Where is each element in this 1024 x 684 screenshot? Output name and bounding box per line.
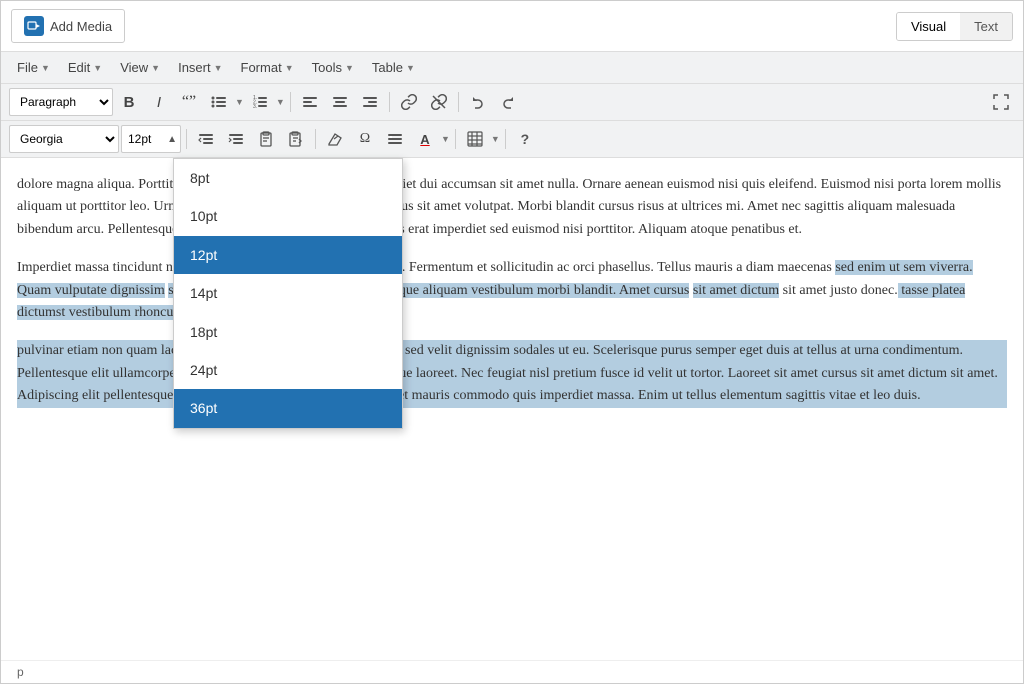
dropdown-item-24pt[interactable]: 24pt [174, 351, 402, 389]
dropdown-item-10pt[interactable]: 10pt [174, 197, 402, 235]
dropdown-item-12pt[interactable]: 12pt [174, 236, 402, 274]
paragraph-3: pulvinar etiam non quam lacus suspendiss… [17, 340, 1007, 407]
bold-button[interactable]: B [115, 88, 143, 116]
separator-1 [290, 92, 291, 112]
tools-chevron-icon: ▼ [345, 63, 354, 73]
italic-button[interactable]: I [145, 88, 173, 116]
unordered-list-button[interactable] [205, 88, 233, 116]
table-chevron-icon: ▼ [406, 63, 415, 73]
paragraph-2: Imperdiet massa tincidunt nunc pulvinar … [17, 257, 1007, 324]
separator-7 [505, 129, 506, 149]
dropdown-item-18pt[interactable]: 18pt [174, 313, 402, 351]
add-media-button[interactable]: Add Media [11, 9, 125, 43]
tab-text[interactable]: Text [960, 13, 1012, 40]
view-tabs: Visual Text [896, 12, 1013, 41]
svg-text:3.: 3. [253, 104, 257, 110]
link-button[interactable] [395, 88, 423, 116]
editor-content[interactable]: dolore magna aliqua. Porttitor interdum … [17, 174, 1007, 644]
unlink-button[interactable] [425, 88, 453, 116]
font-size-wrapper: ▲ [121, 125, 181, 153]
help-button[interactable]: ? [511, 125, 539, 153]
edit-chevron-icon: ▼ [93, 63, 102, 73]
menu-file[interactable]: File ▼ [9, 56, 58, 79]
redo-button[interactable] [494, 88, 522, 116]
ordered-list-button[interactable]: 1.2.3. [246, 88, 274, 116]
menu-edit[interactable]: Edit ▼ [60, 56, 110, 79]
blockquote-button[interactable]: “” [175, 88, 203, 116]
insert-chevron-icon: ▼ [214, 63, 223, 73]
format-chevron-icon: ▼ [285, 63, 294, 73]
paste-text-button[interactable] [252, 125, 280, 153]
add-media-label: Add Media [50, 19, 112, 34]
indent-button[interactable] [222, 125, 250, 153]
menu-bar: File ▼ Edit ▼ View ▼ Insert ▼ Format ▼ T… [1, 52, 1023, 84]
menu-table[interactable]: Table ▼ [364, 56, 423, 79]
toolbar-row-1: Paragraph Heading 1 Heading 2 Heading 3 … [1, 84, 1023, 121]
top-bar: Add Media Visual Text [1, 1, 1023, 52]
status-tag: p [17, 665, 24, 679]
font-size-dropdown[interactable]: 8pt 10pt 12pt 14pt 18pt 24pt 36pt [173, 158, 403, 429]
fullscreen-button[interactable] [987, 88, 1015, 116]
view-chevron-icon: ▼ [151, 63, 160, 73]
menu-tools[interactable]: Tools ▼ [304, 56, 362, 79]
font-color-button[interactable]: A [411, 125, 439, 153]
menu-format[interactable]: Format ▼ [233, 56, 302, 79]
add-media-icon [24, 16, 44, 36]
horizontal-rule-button[interactable] [381, 125, 409, 153]
tab-visual[interactable]: Visual [897, 13, 960, 40]
align-center-button[interactable] [326, 88, 354, 116]
align-left-button[interactable] [296, 88, 324, 116]
dropdown-item-36pt[interactable]: 36pt [174, 389, 402, 427]
separator-6 [455, 129, 456, 149]
status-bar: p [1, 660, 1023, 683]
separator-5 [315, 129, 316, 149]
menu-insert[interactable]: Insert ▼ [170, 56, 230, 79]
toolbar-row-2: Georgia Arial Verdana Times New Roman ▲ … [1, 121, 1023, 158]
separator-4 [186, 129, 187, 149]
outdent-button[interactable] [192, 125, 220, 153]
eraser-button[interactable] [321, 125, 349, 153]
paragraph-select[interactable]: Paragraph Heading 1 Heading 2 Heading 3 … [9, 88, 113, 116]
dropdown-item-8pt[interactable]: 8pt [174, 159, 402, 197]
content-area[interactable]: 8pt 10pt 12pt 14pt 18pt 24pt 36pt dolore… [1, 158, 1023, 660]
file-chevron-icon: ▼ [41, 63, 50, 73]
special-char-button[interactable]: Ω [351, 125, 379, 153]
separator-2 [389, 92, 390, 112]
align-right-button[interactable] [356, 88, 384, 116]
paragraph-1: dolore magna aliqua. Porttitor interdum … [17, 174, 1007, 241]
font-family-select[interactable]: Georgia Arial Verdana Times New Roman [9, 125, 119, 153]
menu-view[interactable]: View ▼ [112, 56, 168, 79]
separator-3 [458, 92, 459, 112]
table-button[interactable] [461, 125, 489, 153]
editor-container: Add Media Visual Text File ▼ Edit ▼ View… [0, 0, 1024, 684]
font-size-input[interactable] [121, 125, 181, 153]
paste-word-button[interactable] [282, 125, 310, 153]
undo-button[interactable] [464, 88, 492, 116]
dropdown-item-14pt[interactable]: 14pt [174, 274, 402, 312]
